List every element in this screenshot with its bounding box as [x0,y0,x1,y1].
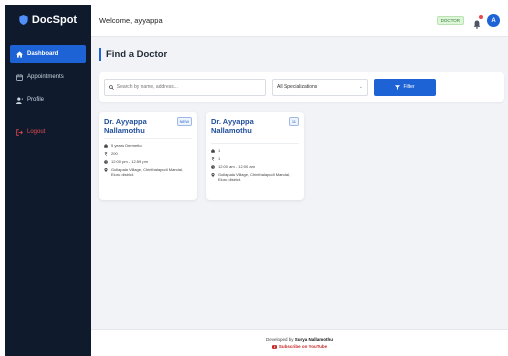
sidebar-item-label: Appointments [27,74,64,80]
specialization-select[interactable]: All Specializations ⌄ [272,78,368,96]
location-pin-icon [104,167,108,172]
fee-row: 200 [104,151,192,156]
specialization-selected: All Specializations [277,84,318,90]
doctor-tag: NEW [176,117,192,126]
funnel-icon [395,84,401,90]
doctor-experience: 1 [218,148,221,153]
footer-credit: Developed by Surya Nallamothu [266,337,333,342]
sidebar-nav: Dashboard Appointments Profile Logout [5,45,91,141]
welcome-text: Welcome, ayyappa [99,16,163,25]
shield-icon [19,15,28,25]
home-icon [16,50,23,58]
doctor-experience: 5 years Dermetto [111,143,142,148]
footer-credit-prefix: Developed by [265,337,294,342]
briefcase-icon [211,148,215,153]
youtube-icon [271,344,277,349]
clock-icon [211,164,215,169]
doctor-info: 5 years Dermetto 200 12:00 pm - 12:59 pm [104,143,192,177]
sidebar-item-appointments[interactable]: Appointments [10,68,86,86]
content: Find a Doctor All Specializations ⌄ Filt… [91,37,508,329]
brand-name: DocSpot [31,14,78,26]
location-pin-icon [211,172,215,177]
doctor-fee: 200 [111,151,118,156]
page-title: Find a Doctor [99,47,504,61]
doctor-info: 1 1 12:00 am - 12:00 am Gullapala Villag… [211,148,299,182]
clock-icon [104,159,108,164]
doctor-tag: 11 [288,117,299,126]
brand[interactable]: DocSpot [5,5,91,35]
role-badge: DOCTOR [436,16,464,25]
notification-dot [479,14,483,19]
calendar-icon [16,73,23,81]
experience-row: 5 years Dermetto [104,143,192,148]
doctor-address: Gullapala Village, Chinthalapudi Mandal,… [111,167,183,177]
doctor-card[interactable]: Dr. Ayyappa Nallamothu NEW 5 years Derme… [99,112,197,200]
sidebar-item-dashboard[interactable]: Dashboard [10,45,86,63]
doctor-card-header: Dr. Ayyappa Nallamothu NEW [104,117,192,139]
sidebar-item-label: Profile [27,97,45,103]
sidebar-item-label: Dashboard [27,51,59,57]
doctor-timing: 12:00 am - 12:00 am [218,164,255,169]
filter-button-label: Filter [403,84,415,90]
footer: Developed by Surya Nallamothu Subscribe … [91,329,508,356]
sidebar: DocSpot Dashboard Appointments Profile L… [5,5,91,356]
doctor-fee: 1 [218,156,221,161]
main: Welcome, ayyappa DOCTOR A Find a Doctor … [91,5,508,356]
developer-name: Surya Nallamothu [294,337,334,342]
notifications-button[interactable] [473,14,483,29]
sidebar-item-profile[interactable]: Profile [10,91,86,109]
search-icon [109,84,114,90]
topbar: Welcome, ayyappa DOCTOR A [91,5,508,37]
doctor-name: Dr. Ayyappa Nallamothu [211,117,254,135]
youtube-link[interactable]: Subscribe on YouTube [271,344,328,349]
rupee-icon [104,151,108,156]
doctor-list: Dr. Ayyappa Nallamothu NEW 5 years Derme… [99,112,504,200]
briefcase-icon [104,143,108,148]
filter-bar: All Specializations ⌄ Filter [99,72,504,102]
address-row: Gullapala Village, Chinthalapudi Mandal,… [104,167,192,177]
doctor-card[interactable]: Dr. Ayyappa Nallamothu 11 1 1 12:00 am -… [206,112,304,200]
timing-row: 12:00 am - 12:00 am [211,164,299,169]
bell-icon [473,20,481,29]
youtube-link-label: Subscribe on YouTube [278,344,328,349]
chevron-down-icon: ⌄ [358,84,363,90]
filter-button[interactable]: Filter [374,78,436,96]
search-input[interactable] [116,84,261,90]
page-title-text: Find a Doctor [106,48,168,60]
address-row: Gullapala Village, Chinthalapudi Mandal,… [211,172,299,182]
logout-label: Logout [27,129,46,135]
user-icon [16,96,23,104]
sidebar-item-logout[interactable]: Logout [10,123,86,141]
doctor-timing: 12:00 pm - 12:59 pm [111,159,148,164]
search-box[interactable] [104,78,266,96]
title-accent-bar [99,47,101,61]
rupee-icon [211,156,215,161]
logout-icon [16,128,23,136]
doctor-address: Gullapala Village, Chinthalapudi Mandal,… [218,172,290,182]
doctor-name: Dr. Ayyappa Nallamothu [104,117,147,135]
avatar[interactable]: A [487,14,500,27]
fee-row: 1 [211,156,299,161]
timing-row: 12:00 pm - 12:59 pm [104,159,192,164]
experience-row: 1 [211,148,299,153]
app-root: DocSpot Dashboard Appointments Profile L… [5,5,508,356]
doctor-card-header: Dr. Ayyappa Nallamothu 11 [211,117,299,144]
